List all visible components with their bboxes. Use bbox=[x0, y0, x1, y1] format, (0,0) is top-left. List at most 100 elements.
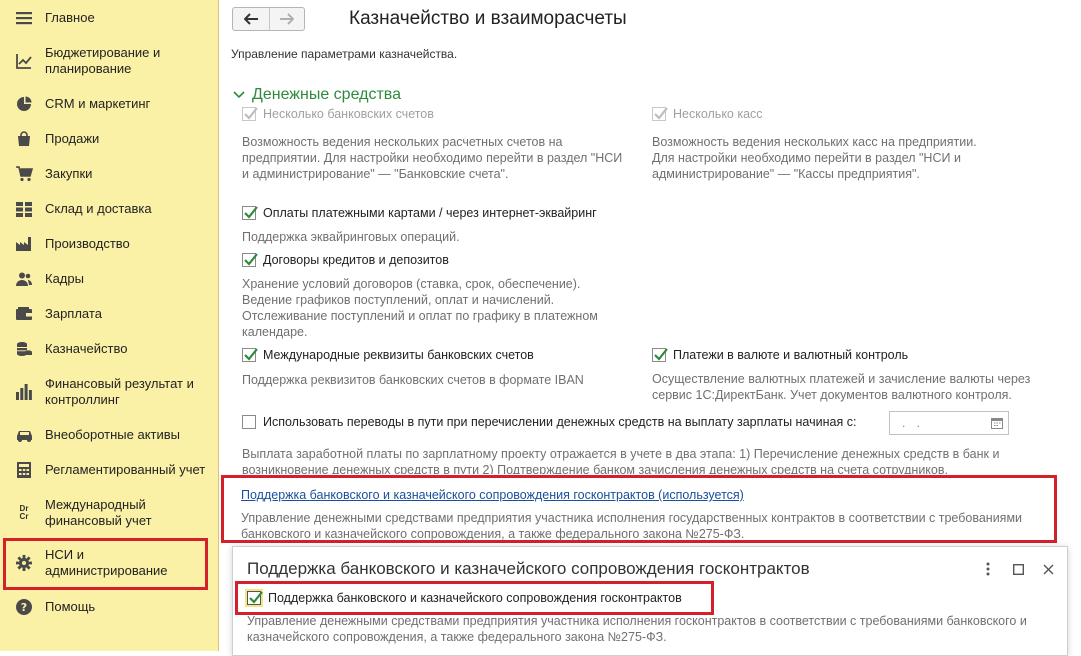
currency-option[interactable]: Платежи в валюте и валютный контроль bbox=[652, 348, 908, 362]
transit-option[interactable]: Использовать переводы в пути при перечис… bbox=[242, 415, 856, 429]
sidebar-highlight-box bbox=[3, 538, 208, 590]
back-button[interactable] bbox=[233, 8, 269, 30]
multi-accounts-checkbox bbox=[242, 107, 258, 121]
multi-cash-label: Несколько касс bbox=[673, 107, 763, 121]
shopping-bag-icon bbox=[15, 130, 33, 148]
chart-trend-icon bbox=[15, 52, 33, 70]
close-icon bbox=[1043, 564, 1053, 574]
car-icon bbox=[15, 426, 33, 444]
factory-icon bbox=[15, 235, 33, 253]
sidebar-item-treasury[interactable]: Казначейство bbox=[0, 339, 219, 359]
loans-checkbox[interactable] bbox=[242, 253, 258, 267]
check-icon bbox=[654, 107, 668, 120]
card-payments-checkbox[interactable] bbox=[242, 206, 258, 220]
dr-cr-icon: Dr Cr bbox=[19, 504, 29, 521]
sidebar-item-label: Бюджетирование и планирование bbox=[45, 45, 161, 76]
gov-contracts-link[interactable]: Поддержка банковского и казначейского со… bbox=[241, 488, 744, 502]
sidebar-item-label: Казначейство bbox=[45, 341, 128, 356]
popup-maximize-button[interactable] bbox=[1008, 559, 1028, 579]
intl-requisites-checkbox[interactable] bbox=[242, 348, 258, 362]
arrow-right-icon bbox=[279, 13, 294, 25]
currency-checkbox[interactable] bbox=[652, 348, 668, 362]
sidebar-item-regulated-accounting[interactable]: Регламентированный учет bbox=[0, 460, 219, 480]
sidebar-item-label: Кадры bbox=[45, 271, 84, 286]
warehouse-grid-icon bbox=[15, 200, 33, 218]
popup-more-button[interactable] bbox=[978, 559, 998, 579]
popup-gov-contracts-option[interactable]: Поддержка банковского и казначейского со… bbox=[247, 591, 682, 605]
loans-option[interactable]: Договоры кредитов и депозитов bbox=[242, 253, 449, 267]
currency-desc: Осуществление валютных платежей и зачисл… bbox=[652, 372, 1031, 402]
document-calc-icon bbox=[15, 461, 33, 479]
forward-button[interactable] bbox=[268, 8, 305, 30]
gov-contracts-popup: Поддержка банковского и казначейского со… bbox=[232, 546, 1068, 656]
check-icon bbox=[244, 348, 258, 361]
intl-requisites-label: Международные реквизиты банковских счето… bbox=[263, 348, 534, 362]
sidebar-item-production[interactable]: Производство bbox=[0, 234, 219, 254]
section-cash-toggle[interactable]: Денежные средства bbox=[232, 86, 401, 104]
popup-close-button[interactable] bbox=[1038, 559, 1058, 579]
multi-cash-checkbox bbox=[652, 107, 668, 121]
sidebar-item-label: Производство bbox=[45, 236, 130, 251]
multi-accounts-option: Несколько банковских счетов bbox=[242, 107, 434, 121]
sidebar-item-hr[interactable]: Кадры bbox=[0, 269, 219, 289]
sidebar-item-main[interactable]: Главное bbox=[0, 8, 219, 28]
cart-icon bbox=[15, 165, 33, 183]
sidebar-item-budgeting[interactable]: Бюджетирование и планирование bbox=[0, 44, 219, 78]
loans-desc: Хранение условий договоров (ставка, срок… bbox=[242, 277, 598, 339]
sidebar-item-label: Закупки bbox=[45, 166, 93, 181]
people-icon bbox=[15, 270, 33, 288]
check-icon bbox=[249, 591, 263, 604]
sidebar-item-purchases[interactable]: Закупки bbox=[0, 164, 219, 184]
pie-chart-icon bbox=[15, 95, 33, 113]
intl-requisites-desc: Поддержка реквизитов банковских счетов в… bbox=[242, 373, 584, 387]
popup-title: Поддержка банковского и казначейского со… bbox=[247, 559, 810, 578]
coins-icon bbox=[15, 340, 33, 358]
bar-chart-icon bbox=[15, 383, 33, 401]
sidebar-item-label: Помощь bbox=[45, 599, 96, 614]
calendar-icon[interactable] bbox=[991, 417, 1003, 429]
more-vertical-icon bbox=[986, 562, 990, 576]
sidebar-item-intl-accounting[interactable]: Dr Cr Международный финансовый учет bbox=[0, 496, 219, 530]
page-subtitle: Управление параметрами казначейства. bbox=[231, 47, 458, 61]
date-placeholder: . . bbox=[902, 416, 925, 430]
check-icon bbox=[244, 107, 258, 120]
loans-label: Договоры кредитов и депозитов bbox=[263, 253, 449, 267]
check-icon bbox=[654, 348, 668, 361]
transit-date-input[interactable]: . . bbox=[889, 411, 1009, 435]
sidebar-item-fixed-assets[interactable]: Внеоборотные активы bbox=[0, 425, 219, 445]
chevron-down-icon bbox=[233, 91, 245, 99]
card-payments-label: Оплаты платежными картами / через интерн… bbox=[263, 206, 597, 220]
sidebar-item-label: Международный финансовый учет bbox=[45, 497, 152, 528]
help-icon: ? bbox=[15, 598, 33, 616]
page-title: Казначейство и взаиморасчеты bbox=[349, 8, 627, 29]
card-payments-option[interactable]: Оплаты платежными картами / через интерн… bbox=[242, 206, 597, 220]
sidebar-item-label: Внеоборотные активы bbox=[45, 427, 181, 442]
sidebar-item-help[interactable]: ? Помощь bbox=[0, 597, 219, 617]
sidebar-item-label: CRM и маркетинг bbox=[45, 96, 151, 111]
transit-checkbox[interactable] bbox=[242, 415, 256, 429]
check-icon bbox=[244, 206, 258, 219]
history-nav bbox=[232, 7, 305, 31]
svg-text:?: ? bbox=[21, 601, 27, 614]
popup-gov-contracts-checkbox[interactable] bbox=[247, 591, 263, 605]
sidebar-item-label: Главное bbox=[45, 10, 95, 25]
sidebar-item-sales[interactable]: Продажи bbox=[0, 129, 219, 149]
sidebar-item-label: Продажи bbox=[45, 131, 100, 146]
check-icon bbox=[244, 253, 258, 266]
sidebar-item-salary[interactable]: Зарплата bbox=[0, 304, 219, 324]
gov-contracts-desc: Управление денежными средствами предприя… bbox=[241, 511, 1023, 541]
sidebar-item-warehouse[interactable]: Склад и доставка bbox=[0, 199, 219, 219]
multi-accounts-desc: Возможность ведения нескольких расчетных… bbox=[242, 135, 623, 181]
multi-cash-option: Несколько касс bbox=[652, 107, 763, 121]
sidebar-item-label: Склад и доставка bbox=[45, 201, 152, 216]
transit-label: Использовать переводы в пути при перечис… bbox=[263, 415, 857, 429]
sidebar-item-label: Финансовый результат и контроллинг bbox=[45, 376, 194, 407]
intl-requisites-option[interactable]: Международные реквизиты банковских счето… bbox=[242, 348, 534, 362]
section-title: Денежные средства bbox=[252, 86, 401, 103]
multi-accounts-label: Несколько банковских счетов bbox=[263, 107, 434, 121]
sidebar-item-financial-result[interactable]: Финансовый результат и контроллинг bbox=[0, 375, 219, 409]
sidebar-item-crm[interactable]: CRM и маркетинг bbox=[0, 94, 219, 114]
sidebar-item-label: Регламентированный учет bbox=[45, 462, 206, 477]
maximize-icon bbox=[1012, 563, 1024, 575]
multi-cash-desc: Возможность ведения нескольких касс на п… bbox=[652, 135, 977, 181]
